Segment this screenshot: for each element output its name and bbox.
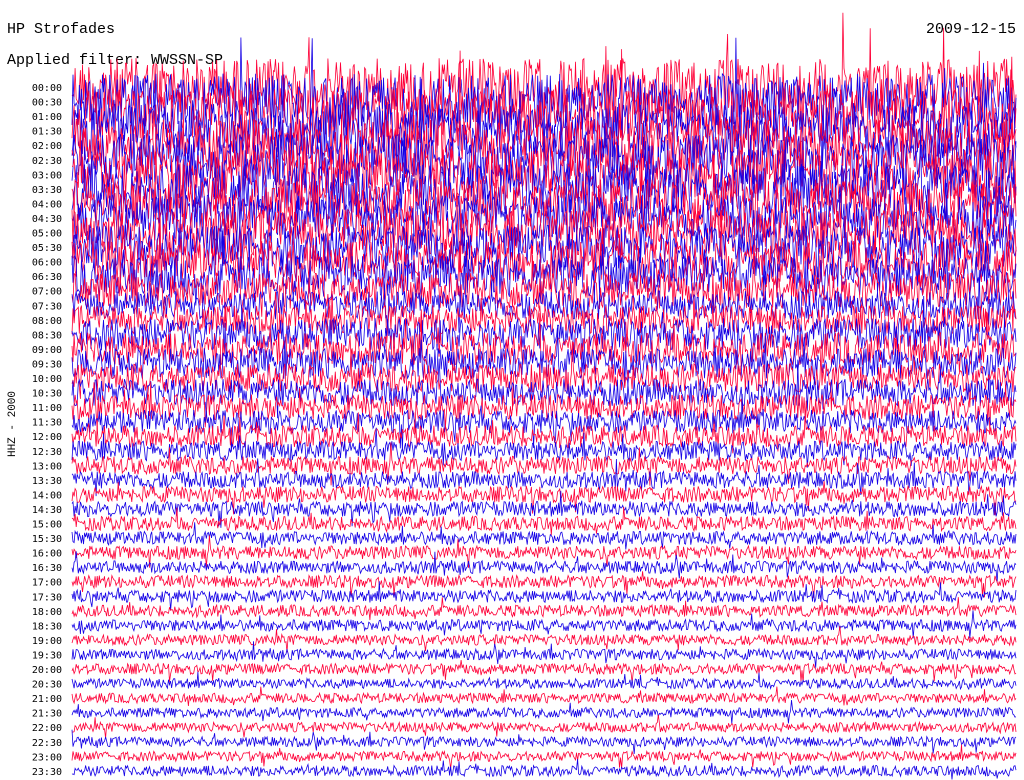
row-time-label: 19:30	[32, 650, 62, 661]
row-time-label: 21:00	[32, 694, 62, 705]
row-time-label: 05:00	[32, 229, 62, 240]
seismic-trace	[71, 626, 1017, 653]
row-time-label: 15:30	[32, 534, 62, 545]
row-time-label: 05:30	[32, 243, 62, 254]
row-time-label: 14:00	[32, 490, 62, 501]
row-time-label: 02:00	[32, 141, 62, 152]
helicorder-traces: 00:00 00:30 01:00 01:30 02:00 02:30 03:00 03:30…	[32, 12, 1017, 780]
row-time-label: 11:00	[32, 403, 62, 414]
row-time-label: 13:00	[32, 461, 62, 472]
row-time-label: 12:30	[32, 447, 62, 458]
row-time-label: 08:00	[32, 316, 62, 327]
row-time-label: 03:30	[32, 185, 62, 196]
row-time-label: 04:30	[32, 214, 62, 225]
row-time-label: 10:00	[32, 374, 62, 385]
seismic-trace	[71, 641, 1017, 668]
seismic-trace	[71, 714, 1017, 739]
row-time-label: 10:30	[32, 389, 62, 400]
row-time-label: 04:00	[32, 199, 62, 210]
row-time-label: 06:00	[32, 258, 62, 269]
row-time-label: 20:30	[32, 680, 62, 691]
row-time-label: 22:00	[32, 723, 62, 734]
seismic-trace	[71, 571, 1017, 598]
row-time-label: 06:30	[32, 272, 62, 283]
row-time-label: 20:00	[32, 665, 62, 676]
row-time-label: 07:00	[32, 287, 62, 298]
row-time-label: 00:00	[32, 83, 62, 94]
row-time-label: 22:30	[32, 738, 62, 749]
seismic-trace	[71, 490, 1017, 528]
seismic-trace	[71, 729, 1017, 754]
row-time-label: 14:30	[32, 505, 62, 516]
row-time-label: 12:00	[32, 432, 62, 443]
seismic-trace	[71, 686, 1017, 707]
row-time-label: 23:00	[32, 752, 62, 763]
row-time-label: 23:30	[32, 767, 62, 778]
seismic-trace	[71, 744, 1017, 770]
row-time-label: 17:30	[32, 592, 62, 603]
seismic-trace	[71, 660, 1017, 683]
row-time-label: 16:00	[32, 549, 62, 560]
row-time-label: 00:30	[32, 98, 62, 109]
row-time-label: 02:30	[32, 156, 62, 167]
row-time-label: 09:00	[32, 345, 62, 356]
row-time-label: 07:30	[32, 301, 62, 312]
seismic-trace	[71, 699, 1017, 724]
row-time-label: 01:00	[32, 112, 62, 123]
seismic-trace	[71, 551, 1017, 583]
row-time-label: 15:00	[32, 520, 62, 531]
row-time-label: 19:00	[32, 636, 62, 647]
row-time-label: 13:30	[32, 476, 62, 487]
seismic-trace	[71, 758, 1017, 780]
helicorder-plot: HP Strofades Applied filter: WWSSN-SP 20…	[0, 0, 1024, 780]
row-time-label: 16:30	[32, 563, 62, 574]
row-time-label: 21:30	[32, 709, 62, 720]
row-time-label: 18:30	[32, 621, 62, 632]
row-time-label: 17:00	[32, 578, 62, 589]
row-time-label: 08:30	[32, 330, 62, 341]
row-time-label: 01:30	[32, 127, 62, 138]
row-time-label: 11:30	[32, 418, 62, 429]
row-time-label: 03:00	[32, 170, 62, 181]
seismic-trace	[71, 535, 1017, 568]
row-time-label: 18:00	[32, 607, 62, 618]
row-time-label: 09:30	[32, 359, 62, 370]
